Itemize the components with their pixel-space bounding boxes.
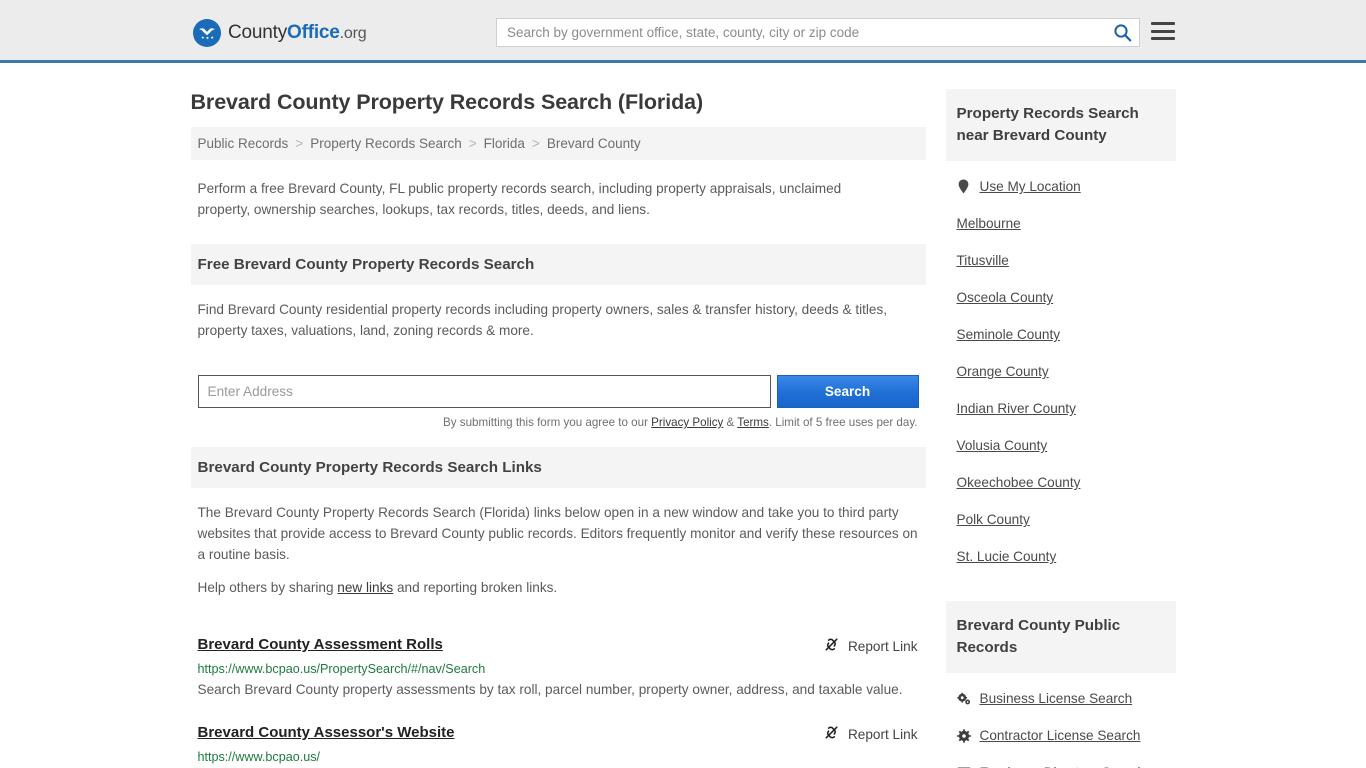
disclaimer-amp: &	[723, 416, 737, 429]
breadcrumb: Public Records > Property Records Search…	[191, 127, 926, 160]
resource-url: https://www.bcpao.us/	[198, 750, 920, 764]
sidebar-public-records-heading: Brevard County Public Records	[946, 601, 1176, 673]
share-text-pre: Help others by sharing	[198, 580, 338, 595]
resource-title-link[interactable]: Brevard County Assessment Rolls	[198, 636, 443, 653]
hamburger-bar	[1151, 22, 1175, 25]
logo-text-county: County	[228, 22, 287, 43]
sidebar-link[interactable]: Polk County	[957, 512, 1030, 527]
sidebar-near-list: Use My Location Melbourne Titusville Osc…	[946, 161, 1176, 575]
list-item: Brevard County Assessment Rolls Report L…	[191, 636, 926, 702]
disclaimer-text-pre: By submitting this form you agree to our	[443, 416, 651, 429]
sidebar-item-okeechobee-county[interactable]: Okeechobee County	[957, 464, 1165, 501]
page-intro-text: Perform a free Brevard County, FL public…	[191, 166, 891, 226]
report-link-button[interactable]: Report Link	[823, 724, 920, 744]
sidebar-link[interactable]: St. Lucie County	[957, 549, 1057, 564]
sidebar-link[interactable]: Seminole County	[957, 327, 1061, 342]
report-link-button[interactable]: Report Link	[823, 636, 920, 656]
sidebar-link[interactable]: Osceola County	[957, 290, 1054, 305]
sidebar-item-contractor-license-search[interactable]: Contractor License Search	[957, 717, 1165, 754]
sidebar-item-employee-directory-search[interactable]: Employee Directory Search	[957, 754, 1165, 768]
sidebar-link[interactable]: Indian River County	[957, 401, 1076, 416]
main-content: Brevard County Property Records Search (…	[191, 63, 926, 768]
sidebar-item-volusia-county[interactable]: Volusia County	[957, 427, 1165, 464]
sidebar-item-melbourne[interactable]: Melbourne	[957, 205, 1165, 242]
global-search-box[interactable]	[496, 18, 1140, 47]
broken-link-icon	[823, 724, 840, 744]
site-header: CountyOffice.org	[0, 0, 1366, 63]
link-item-header: Brevard County Assessor's Website Report…	[198, 724, 920, 744]
privacy-policy-link[interactable]: Privacy Policy	[651, 416, 723, 429]
search-links-body: The Brevard County Property Records Sear…	[191, 488, 926, 614]
sidebar-item-indian-river-county[interactable]: Indian River County	[957, 390, 1165, 427]
hamburger-menu-icon[interactable]	[1151, 20, 1175, 42]
form-disclaimer: By submitting this form you agree to our…	[191, 416, 926, 429]
search-input[interactable]	[497, 19, 1105, 46]
sidebar-link[interactable]: Titusville	[957, 253, 1009, 268]
list-item: Brevard County Assessor's Website Report…	[191, 724, 926, 768]
search-links-paragraph: The Brevard County Property Records Sear…	[198, 502, 920, 565]
sidebar-item-polk-county[interactable]: Polk County	[957, 501, 1165, 538]
breadcrumb-item-brevard-county[interactable]: Brevard County	[547, 136, 641, 151]
terms-link[interactable]: Terms	[737, 416, 769, 429]
link-item-header: Brevard County Assessment Rolls Report L…	[198, 636, 920, 656]
eagle-seal-icon	[193, 19, 221, 47]
page-title: Brevard County Property Records Search (…	[191, 89, 926, 115]
sidebar-item-business-license-search[interactable]: Business License Search	[957, 673, 1165, 717]
report-link-label: Report Link	[848, 639, 918, 654]
logo-wordmark: CountyOffice.org	[228, 22, 366, 44]
sidebar-item-titusville[interactable]: Titusville	[957, 242, 1165, 279]
logo-text-org: .org	[340, 25, 367, 42]
breadcrumb-separator: >	[295, 136, 303, 151]
logo-text-office: Office	[287, 22, 340, 43]
sidebar: Property Records Search near Brevard Cou…	[946, 63, 1176, 768]
hamburger-bar	[1151, 37, 1175, 40]
sidebar-public-records-list: Business License Search	[946, 673, 1176, 768]
disclaimer-text-post: . Limit of 5 free uses per day.	[769, 416, 918, 429]
use-my-location-link[interactable]: Use My Location	[980, 179, 1081, 194]
address-search-form: Search	[191, 375, 926, 408]
gear-icon	[957, 729, 971, 743]
new-links-link[interactable]: new links	[337, 580, 393, 595]
gears-icon	[957, 692, 971, 706]
search-submit-button[interactable]: Search	[777, 375, 919, 408]
sidebar-link[interactable]: Business License Search	[980, 691, 1133, 706]
breadcrumb-item-property-records-search[interactable]: Property Records Search	[310, 136, 462, 151]
share-text-post: and reporting broken links.	[393, 580, 557, 595]
free-search-description: Find Brevard County residential property…	[198, 299, 920, 341]
sidebar-item-use-my-location[interactable]: Use My Location	[957, 161, 1165, 205]
sidebar-link[interactable]: Contractor License Search	[980, 728, 1141, 743]
address-input[interactable]	[198, 375, 771, 408]
breadcrumb-separator: >	[532, 136, 540, 151]
search-links-heading: Brevard County Property Records Search L…	[191, 447, 926, 488]
breadcrumb-separator: >	[469, 136, 477, 151]
sidebar-item-st-lucie-county[interactable]: St. Lucie County	[957, 538, 1165, 575]
sidebar-item-osceola-county[interactable]: Osceola County	[957, 279, 1165, 316]
broken-link-icon	[823, 636, 840, 656]
search-icon[interactable]	[1105, 19, 1139, 46]
report-link-label: Report Link	[848, 727, 918, 742]
share-links-paragraph: Help others by sharing new links and rep…	[198, 577, 920, 598]
resource-url: https://www.bcpao.us/PropertySearch/#/na…	[198, 662, 920, 676]
sidebar-link[interactable]: Volusia County	[957, 438, 1048, 453]
resource-title-link[interactable]: Brevard County Assessor's Website	[198, 724, 455, 741]
breadcrumb-item-public-records[interactable]: Public Records	[198, 136, 289, 151]
resource-description: Search Brevard County property assessmen…	[198, 678, 913, 702]
map-pin-icon	[957, 179, 971, 194]
sidebar-link[interactable]: Melbourne	[957, 216, 1021, 231]
breadcrumb-item-florida[interactable]: Florida	[484, 136, 525, 151]
hamburger-bar	[1151, 30, 1175, 33]
sidebar-item-orange-county[interactable]: Orange County	[957, 353, 1165, 390]
sidebar-link[interactable]: Orange County	[957, 364, 1049, 379]
site-logo[interactable]: CountyOffice.org	[193, 19, 366, 47]
free-search-body: Find Brevard County residential property…	[191, 285, 926, 357]
free-search-heading: Free Brevard County Property Records Sea…	[191, 244, 926, 285]
sidebar-link[interactable]: Okeechobee County	[957, 475, 1081, 490]
page-body: Brevard County Property Records Search (…	[0, 63, 1366, 768]
sidebar-item-seminole-county[interactable]: Seminole County	[957, 316, 1165, 353]
sidebar-near-heading: Property Records Search near Brevard Cou…	[946, 89, 1176, 161]
